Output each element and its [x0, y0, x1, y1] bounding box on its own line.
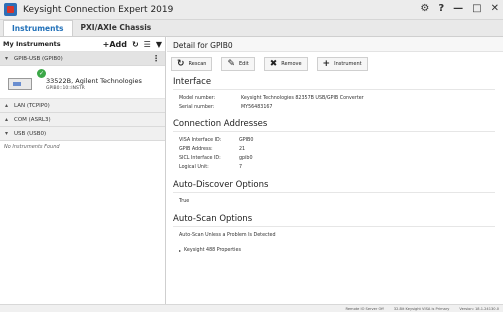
keysight-488-properties-toggle[interactable]: ▸ Keysight 488 Properties: [167, 246, 503, 255]
sicl-interface-label: SICL Interface ID:: [179, 156, 221, 161]
logical-unit-row: Logical Unit: 7: [167, 163, 503, 172]
remote-io-status: Remote IO Server Off: [345, 306, 384, 311]
serial-number-row: Serial number: MY56483167: [167, 103, 503, 112]
add-label: Add: [109, 39, 127, 49]
group-label: COM (ASRL3): [14, 116, 51, 123]
interface-group-usb[interactable]: ▾ USB (USB0): [0, 127, 165, 141]
detail-panel: Detail for GPIB0 ↻ Rescan ✎ Edit ✖ Remov…: [167, 37, 503, 304]
plus-icon: +: [322, 58, 331, 69]
minimize-icon[interactable]: —: [453, 3, 463, 14]
serial-number-label: Serial number:: [179, 105, 215, 110]
interface-group-lan[interactable]: ▴ LAN (TCPIP0): [0, 99, 165, 113]
main-tabs: Instruments PXI/AXIe Chassis: [0, 20, 503, 37]
detail-header: Detail for GPIB0: [167, 37, 503, 52]
instrument-name: 33522B, Agilent Technologies: [46, 77, 142, 85]
add-instrument-button[interactable]: + Instrument: [316, 57, 368, 71]
expand-triangle-icon: ▸: [179, 248, 182, 253]
edit-label: Edit: [239, 61, 249, 67]
my-instruments-title: My Instruments: [3, 40, 61, 48]
edit-button[interactable]: ✎ Edit: [221, 57, 255, 71]
filter-icon[interactable]: ▼: [156, 40, 162, 49]
instrument-item[interactable]: ✓ 33522B, Agilent Technologies GPIB0::10…: [0, 66, 165, 99]
auto-discover-section-title: Auto-Discover Options: [173, 180, 269, 190]
app-icon: [4, 3, 17, 16]
section-divider: [173, 131, 495, 132]
group-label: GPIB-USB (GPIB0): [14, 55, 63, 62]
logical-unit-label: Logical Unit:: [179, 165, 209, 170]
model-number-value: Keysight Technologies 82357B USB/GPIB Co…: [241, 96, 364, 101]
visa-status: 32-Bit Keysight VISA is Primary: [393, 306, 450, 311]
list-view-icon[interactable]: ☰: [144, 40, 151, 49]
gpib-address-label: GPIB Address:: [179, 147, 213, 152]
interface-section-title: Interface: [173, 77, 212, 87]
instruments-toolbar: +Add ↻ ☰ ▼: [103, 40, 162, 49]
window-title: Keysight Connection Expert 2019: [23, 4, 174, 15]
chevron-up-icon: ▴: [5, 116, 9, 123]
tab-pxi-axie-chassis[interactable]: PXI/AXIe Chassis: [73, 20, 160, 36]
status-bar: Remote IO Server Off 32-Bit Keysight VIS…: [0, 304, 503, 312]
section-divider: [173, 89, 495, 90]
auto-scan-value: Auto-Scan Unless a Problem Is Detected: [179, 233, 276, 238]
chevron-down-icon: ▾: [5, 55, 9, 62]
detail-toolbar: ↻ Rescan ✎ Edit ✖ Remove + Instrument: [167, 52, 503, 74]
serial-number-value: MY56483167: [241, 105, 273, 110]
tab-instruments[interactable]: Instruments: [3, 20, 73, 36]
version-status: Version: 18.1.24130.0: [459, 306, 499, 311]
more-options-icon[interactable]: ⋮: [152, 54, 160, 63]
chevron-up-icon: ▴: [5, 102, 9, 109]
visa-interface-label: VISA Interface ID:: [179, 138, 222, 143]
remove-icon: ✖: [269, 58, 278, 69]
properties-label: Keysight 488 Properties: [184, 248, 241, 253]
refresh-icon[interactable]: ↻: [132, 40, 139, 49]
maximize-icon[interactable]: □: [472, 3, 481, 14]
sicl-interface-row: SICL Interface ID: gpib0: [167, 154, 503, 163]
settings-icon[interactable]: ⚙: [420, 3, 429, 14]
gpib-address-value: 21: [239, 147, 246, 152]
logical-unit-value: 7: [239, 165, 243, 170]
checkmark-icon: ✓: [37, 69, 46, 78]
model-number-label: Model number:: [179, 96, 216, 101]
group-label: LAN (TCPIP0): [14, 102, 50, 109]
auto-discover-value: True: [179, 199, 190, 204]
sicl-interface-value: gpib0: [239, 156, 253, 161]
visa-interface-row: VISA Interface ID: GPIB0: [167, 136, 503, 145]
group-label: USB (USB0): [14, 130, 47, 137]
instrument-label: Instrument: [334, 61, 362, 67]
section-divider: [173, 226, 495, 227]
rescan-button[interactable]: ↻ Rescan: [171, 57, 213, 71]
connection-section-title: Connection Addresses: [173, 119, 268, 129]
interface-group-com[interactable]: ▴ COM (ASRL3): [0, 113, 165, 127]
instrument-image-icon: [8, 78, 32, 90]
instruments-panel: My Instruments +Add ↻ ☰ ▼ ▾ GPIB-USB (GP…: [0, 37, 166, 304]
help-icon[interactable]: ?: [438, 3, 444, 14]
no-instruments-message: No Instruments Found: [4, 144, 60, 150]
auto-scan-section-title: Auto-Scan Options: [173, 214, 253, 224]
close-icon[interactable]: ✕: [491, 3, 499, 14]
instrument-address: GPIB0::10::INSTR: [46, 86, 85, 91]
visa-interface-value: GPIB0: [239, 138, 254, 143]
section-divider: [173, 192, 495, 193]
title-bar: Keysight Connection Expert 2019 ⚙ ? — □ …: [0, 0, 503, 20]
chevron-down-icon: ▾: [5, 130, 9, 137]
instruments-panel-header: My Instruments +Add ↻ ☰ ▼: [0, 37, 165, 52]
model-number-row: Model number: Keysight Technologies 8235…: [167, 94, 503, 103]
remove-button[interactable]: ✖ Remove: [263, 57, 308, 71]
add-button[interactable]: +Add: [103, 40, 127, 49]
edit-icon: ✎: [227, 58, 236, 69]
rescan-label: Rescan: [188, 61, 207, 67]
gpib-address-row: GPIB Address: 21: [167, 145, 503, 154]
rescan-icon: ↻: [177, 58, 185, 69]
interface-group-gpib[interactable]: ▾ GPIB-USB (GPIB0) ⋮: [0, 52, 165, 66]
remove-label: Remove: [281, 61, 302, 67]
window-controls: ⚙ ? — □ ✕: [420, 3, 499, 14]
